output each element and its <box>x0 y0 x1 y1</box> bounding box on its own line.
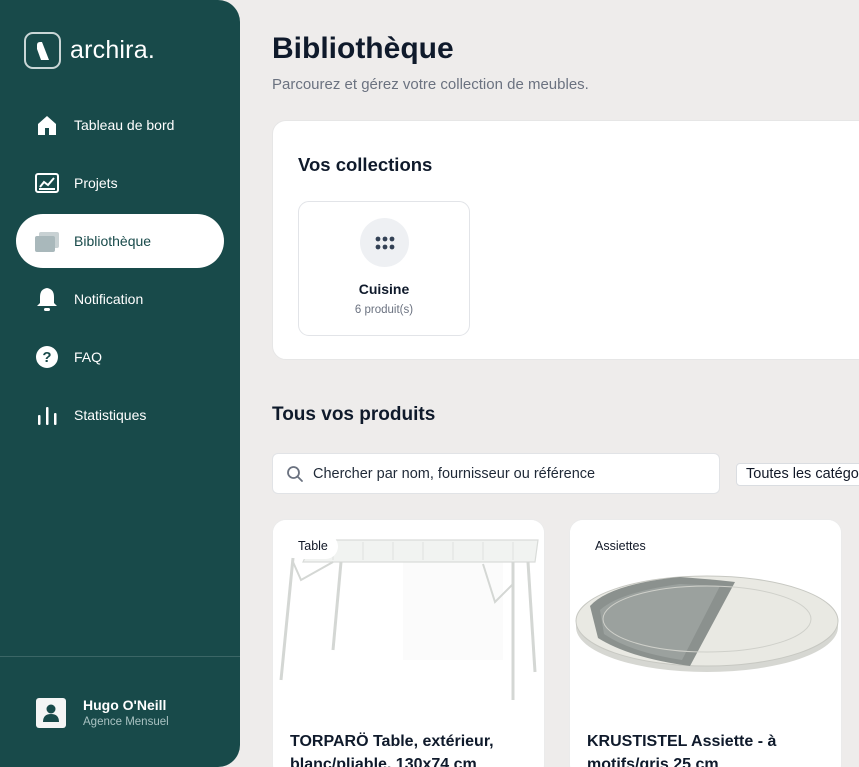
product-category-badge: Table <box>288 534 338 559</box>
nav-item-faq[interactable]: ? FAQ <box>16 330 224 384</box>
product-card[interactable]: Table TORPARÖ Table, extérieur, blanc/pl… <box>272 519 545 767</box>
search-icon <box>287 465 303 482</box>
user-icon <box>43 704 59 722</box>
avatar <box>36 697 66 728</box>
grid-dots-icon <box>360 218 409 267</box>
search-bar <box>272 453 720 494</box>
sidebar: archira. Tableau de bord Projets Bibliot… <box>0 0 240 767</box>
nav-item-label: Tableau de bord <box>74 117 175 133</box>
collection-name: Cuisine <box>358 281 410 297</box>
nav-item-label: FAQ <box>74 349 103 365</box>
question-icon: ? <box>34 344 60 370</box>
collections-card: Vos collections Cuisine 6 produit(s) <box>272 120 859 360</box>
sidebar-divider <box>0 656 240 657</box>
category-filter-select[interactable]: Toutes les catégories <box>736 463 859 486</box>
nav-item-label: Notification <box>74 291 144 307</box>
products-title: Tous vos produits <box>272 404 436 425</box>
chart-board-icon <box>34 170 60 196</box>
product-card[interactable]: Assiettes KRUSTISTEL Assiette - à motifs… <box>569 519 842 767</box>
nav-item-notification[interactable]: Notification <box>16 272 224 326</box>
page-title: Bibliothèque <box>272 32 454 65</box>
svg-text:?: ? <box>42 349 51 366</box>
user-plan: Agence Mensuel <box>83 716 169 728</box>
product-name: KRUSTISTEL Assiette - à motifs/gris 25 c… <box>587 733 777 767</box>
search-input[interactable] <box>313 465 713 482</box>
library-icon <box>34 228 60 254</box>
page-subtitle: Parcourez et gérez votre collection de m… <box>272 76 589 93</box>
brand-logo[interactable]: archira. <box>24 32 155 69</box>
brand-name: archira. <box>70 36 155 64</box>
nav-item-tableau-de-bord[interactable]: Tableau de bord <box>16 98 224 152</box>
bars-icon <box>34 402 60 428</box>
user-profile[interactable]: Hugo O'Neill Agence Mensuel <box>36 697 169 728</box>
nav-item-bibliotheque[interactable]: Bibliothèque <box>16 214 224 268</box>
collection-tile-cuisine[interactable]: Cuisine 6 produit(s) <box>298 201 470 336</box>
nav-item-label: Statistiques <box>74 407 147 423</box>
collections-title: Vos collections <box>298 154 433 175</box>
bell-icon <box>34 286 60 312</box>
nav-item-projets[interactable]: Projets <box>16 156 224 210</box>
user-name: Hugo O'Neill <box>83 697 167 713</box>
nav-item-label: Projets <box>74 175 118 191</box>
logo-icon <box>24 32 61 69</box>
sidebar-nav: Tableau de bord Projets Bibliothèque Not… <box>16 98 224 446</box>
home-icon <box>34 112 60 138</box>
nav-item-label: Bibliothèque <box>74 233 152 249</box>
product-name: TORPARÖ Table, extérieur, blanc/pliable,… <box>290 733 494 767</box>
product-category-badge: Assiettes <box>585 534 656 559</box>
collection-count: 6 produit(s) <box>354 304 414 316</box>
nav-item-statistiques[interactable]: Statistiques <box>16 388 224 442</box>
